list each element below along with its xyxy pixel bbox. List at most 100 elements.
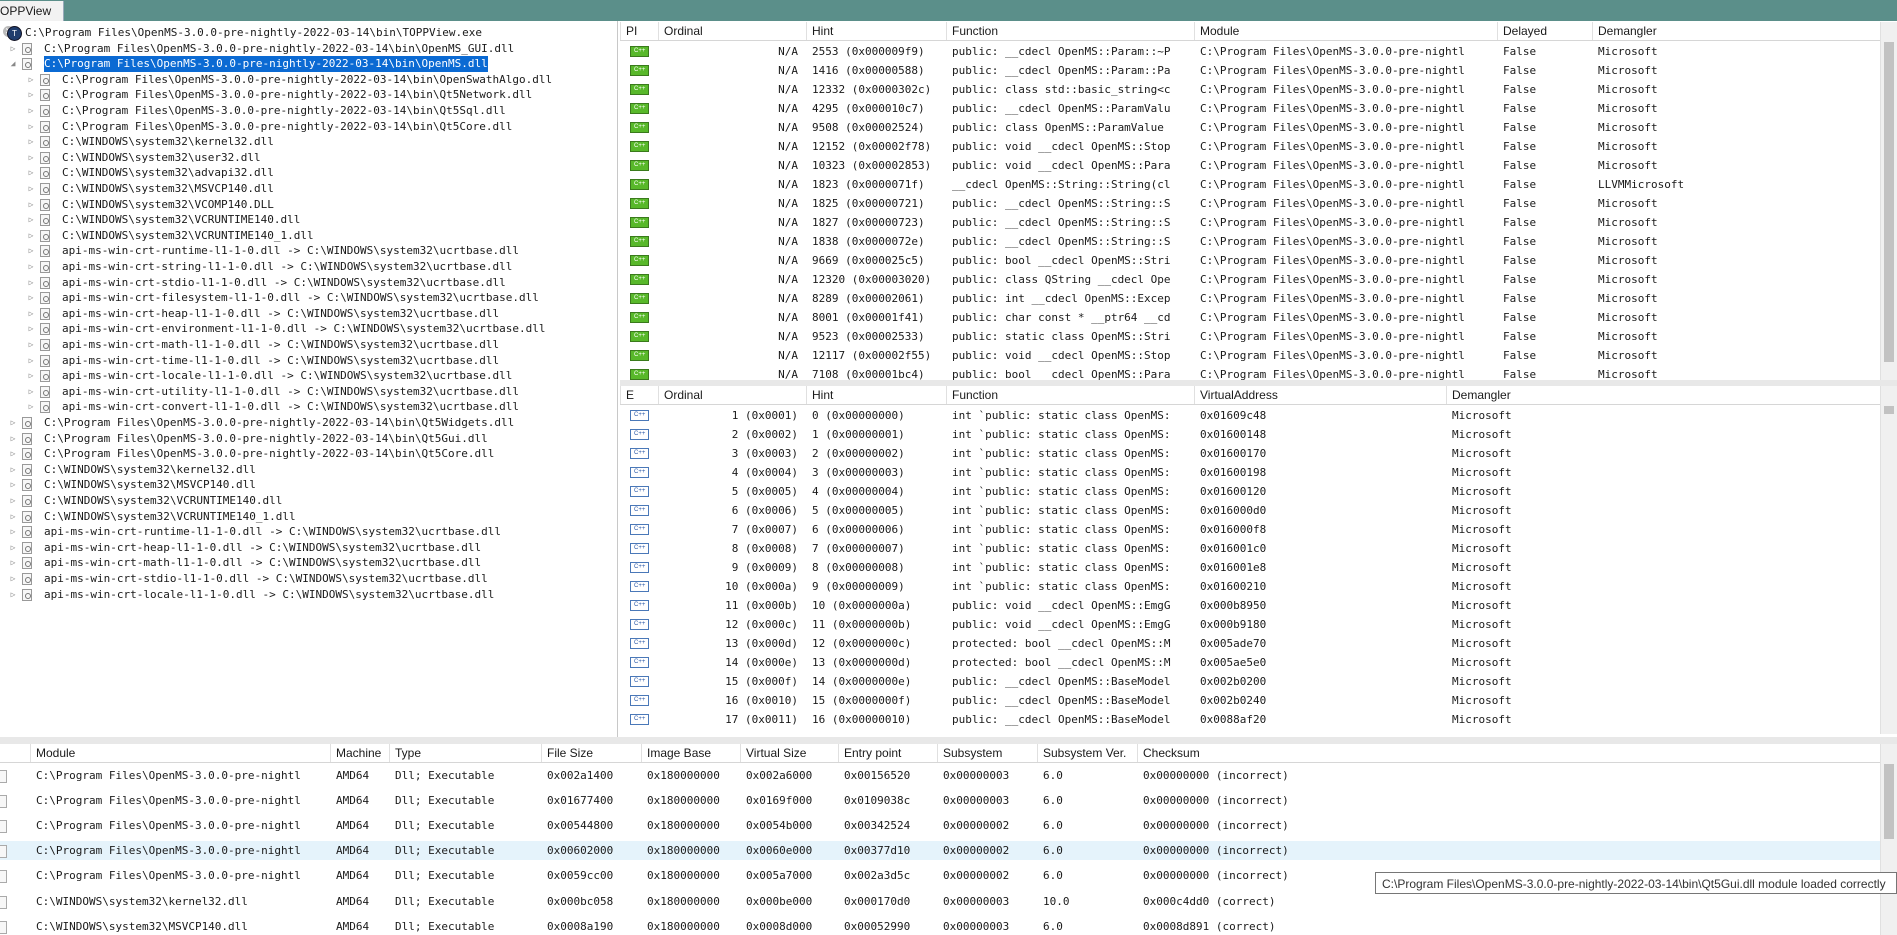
table-row[interactable]: 4 (0x0004) 3 (0x00000003) int `public: sta… xyxy=(620,463,1897,482)
table-row[interactable]: N/A 12117 (0x00002f55) public: void __cdec… xyxy=(620,346,1897,365)
column-header[interactable]: Hint xyxy=(806,22,946,40)
table-row[interactable]: N/A 9669 (0x000025c5) public: bool __cdecl… xyxy=(620,251,1897,270)
table-row[interactable]: 6 (0x0006) 5 (0x00000005) int `public: sta… xyxy=(620,501,1897,520)
column-header[interactable]: E xyxy=(620,386,658,404)
table-row[interactable]: C:\Program Files\OpenMS-3.0.0-pre-nightl… xyxy=(0,766,1897,785)
expander-icon[interactable]: ▷ xyxy=(26,87,36,103)
expander-icon[interactable]: ◢ xyxy=(8,56,18,72)
table-row[interactable]: N/A 8289 (0x00002061) public: int __cdecl … xyxy=(620,289,1897,308)
tab-toppview[interactable]: OPPView ✕ xyxy=(0,1,64,38)
column-header[interactable]: Ordinal xyxy=(658,386,806,404)
table-row[interactable]: N/A 8001 (0x00001f41) public: char const *… xyxy=(620,308,1897,327)
table-row[interactable]: C:\WINDOWS\system32\kernel32.dll AMD64 Dll… xyxy=(0,892,1897,911)
expander-icon[interactable]: ▷ xyxy=(26,72,36,88)
table-row[interactable]: N/A 12320 (0x00003020) public: class QStri… xyxy=(620,270,1897,289)
imports-scroll-thumb[interactable] xyxy=(1884,42,1894,362)
expander-icon[interactable]: ▷ xyxy=(26,290,36,306)
column-header[interactable]: Entry point xyxy=(838,744,937,762)
expander-icon[interactable]: ▷ xyxy=(26,259,36,275)
table-row[interactable]: N/A 12332 (0x0000302c) public: class std::… xyxy=(620,80,1897,99)
expander-icon[interactable]: ▷ xyxy=(26,103,36,119)
table-row[interactable]: 1 (0x0001) 0 (0x00000000) int `public: sta… xyxy=(620,406,1897,425)
table-row[interactable]: C:\Program Files\OpenMS-3.0.0-pre-nightl… xyxy=(0,816,1897,835)
table-row[interactable]: 5 (0x0005) 4 (0x00000004) int `public: sta… xyxy=(620,482,1897,501)
table-row[interactable]: 15 (0x000f) 14 (0x0000000e) public: __cdec… xyxy=(620,672,1897,691)
table-row[interactable]: N/A 2553 (0x000009f9) public: __cdecl Open… xyxy=(620,42,1897,61)
table-row[interactable]: C:\Program Files\OpenMS-3.0.0-pre-nightl… xyxy=(0,791,1897,810)
table-row[interactable]: N/A 1823 (0x0000071f) __cdecl OpenMS::Stri… xyxy=(620,175,1897,194)
expander-icon[interactable]: ▷ xyxy=(26,181,36,197)
expander-icon[interactable]: ▷ xyxy=(26,119,36,135)
expander-icon[interactable]: ▷ xyxy=(26,165,36,181)
column-header[interactable]: Ordinal xyxy=(658,22,806,40)
expander-icon[interactable]: ▷ xyxy=(8,415,18,431)
exports-scrollbar[interactable] xyxy=(1880,386,1897,734)
modules-scroll-thumb[interactable] xyxy=(1884,764,1894,839)
table-row[interactable]: C:\Program Files\OpenMS-3.0.0-pre-nightl… xyxy=(0,841,1897,861)
expander-icon[interactable]: ▷ xyxy=(26,228,36,244)
expander-icon[interactable]: ▷ xyxy=(26,150,36,166)
table-row[interactable]: N/A 7108 (0x00001bc4) public: bool __cdecl… xyxy=(620,365,1897,380)
expander-icon[interactable]: ▷ xyxy=(8,587,18,603)
table-row[interactable]: 7 (0x0007) 6 (0x00000006) int `public: sta… xyxy=(620,520,1897,539)
expander-icon[interactable]: ▷ xyxy=(8,493,18,509)
expander-icon[interactable]: ▷ xyxy=(26,212,36,228)
dependency-tree[interactable]: T C:\Program Files\OpenMS-3.0.0-pre-night… xyxy=(0,21,618,737)
table-row[interactable]: 10 (0x000a) 9 (0x00000009) int `public: st… xyxy=(620,577,1897,596)
column-header[interactable]: Type xyxy=(389,744,541,762)
expander-icon[interactable]: ▷ xyxy=(8,431,18,447)
table-row[interactable]: N/A 9523 (0x00002533) public: static class… xyxy=(620,327,1897,346)
expander-icon[interactable]: ▷ xyxy=(8,41,18,57)
table-row[interactable]: N/A 1825 (0x00000721) public: __cdecl Open… xyxy=(620,194,1897,213)
expander-icon[interactable]: ▷ xyxy=(8,477,18,493)
column-header[interactable]: Image Base xyxy=(641,744,740,762)
modules-table[interactable]: Module Machine Type File Size Image Base Virt… xyxy=(0,744,1897,935)
column-header[interactable]: Machine xyxy=(330,744,389,762)
table-row[interactable]: 11 (0x000b) 10 (0x0000000a) public: void _… xyxy=(620,596,1897,615)
table-row[interactable]: 14 (0x000e) 13 (0x0000000d) protected: boo… xyxy=(620,653,1897,672)
expander-icon[interactable]: ▷ xyxy=(8,540,18,556)
expander-icon[interactable]: ▷ xyxy=(26,337,36,353)
exports-scroll-thumb[interactable] xyxy=(1884,406,1894,414)
expander-icon[interactable]: ▷ xyxy=(26,353,36,369)
column-header[interactable]: Hint xyxy=(806,386,946,404)
table-row[interactable]: 12 (0x000c) 11 (0x0000000b) public: void _… xyxy=(620,615,1897,634)
expander-icon[interactable]: ▷ xyxy=(26,368,36,384)
table-row[interactable]: 3 (0x0003) 2 (0x00000002) int `public: sta… xyxy=(620,444,1897,463)
expander-icon[interactable]: ▷ xyxy=(26,275,36,291)
column-header[interactable]: PI xyxy=(620,22,658,40)
column-header[interactable]: Demangler xyxy=(1592,22,1880,40)
imports-table[interactable]: PI Ordinal Hint Function Module Delayed Demang… xyxy=(620,22,1897,380)
table-row[interactable]: 2 (0x0002) 1 (0x00000001) int `public: sta… xyxy=(620,425,1897,444)
table-row[interactable]: N/A 12152 (0x00002f78) public: void __cdec… xyxy=(620,137,1897,156)
expander-icon[interactable]: ▷ xyxy=(26,134,36,150)
table-row[interactable]: 9 (0x0009) 8 (0x00000008) int `public: sta… xyxy=(620,558,1897,577)
expander-icon[interactable]: ▷ xyxy=(26,197,36,213)
expander-icon[interactable]: ▷ xyxy=(26,384,36,400)
column-header[interactable]: Function xyxy=(946,386,1194,404)
exports-table[interactable]: E Ordinal Hint Function VirtualAddress Demang… xyxy=(620,386,1897,734)
expander-icon[interactable]: ▷ xyxy=(26,399,36,415)
expander-icon[interactable]: ▷ xyxy=(8,571,18,587)
expander-icon[interactable]: ▷ xyxy=(8,446,18,462)
table-row[interactable]: N/A 4295 (0x000010c7) public: __cdecl Open… xyxy=(620,99,1897,118)
column-header[interactable]: Demangler xyxy=(1446,386,1881,404)
expander-icon[interactable]: ▷ xyxy=(8,462,18,478)
table-row[interactable]: 17 (0x0011) 16 (0x00000010) public: __cdec… xyxy=(620,710,1897,729)
expander-icon[interactable]: ▷ xyxy=(8,555,18,571)
imports-scrollbar[interactable] xyxy=(1880,22,1897,380)
table-row[interactable]: C:\WINDOWS\system32\MSVCP140.dll AMD64 Dll… xyxy=(0,917,1897,935)
column-header[interactable]: Subsystem Ver. xyxy=(1037,744,1137,762)
column-header[interactable]: Module xyxy=(1194,22,1497,40)
table-row[interactable]: N/A 1416 (0x00000588) public: __cdecl Open… xyxy=(620,61,1897,80)
column-header[interactable]: Delayed xyxy=(1497,22,1592,40)
expander-icon[interactable]: ▷ xyxy=(8,524,18,540)
expander-icon[interactable]: ▷ xyxy=(26,321,36,337)
expander-icon[interactable]: ▷ xyxy=(26,306,36,322)
modules-scrollbar[interactable] xyxy=(1880,744,1897,935)
column-header[interactable]: Function xyxy=(946,22,1194,40)
table-row[interactable]: N/A 10323 (0x00002853) public: void __cdec… xyxy=(620,156,1897,175)
column-header[interactable]: Checksum xyxy=(1137,744,1467,762)
table-row[interactable]: N/A 9508 (0x00002524) public: class OpenMS… xyxy=(620,118,1897,137)
column-header[interactable]: Module xyxy=(30,744,330,762)
